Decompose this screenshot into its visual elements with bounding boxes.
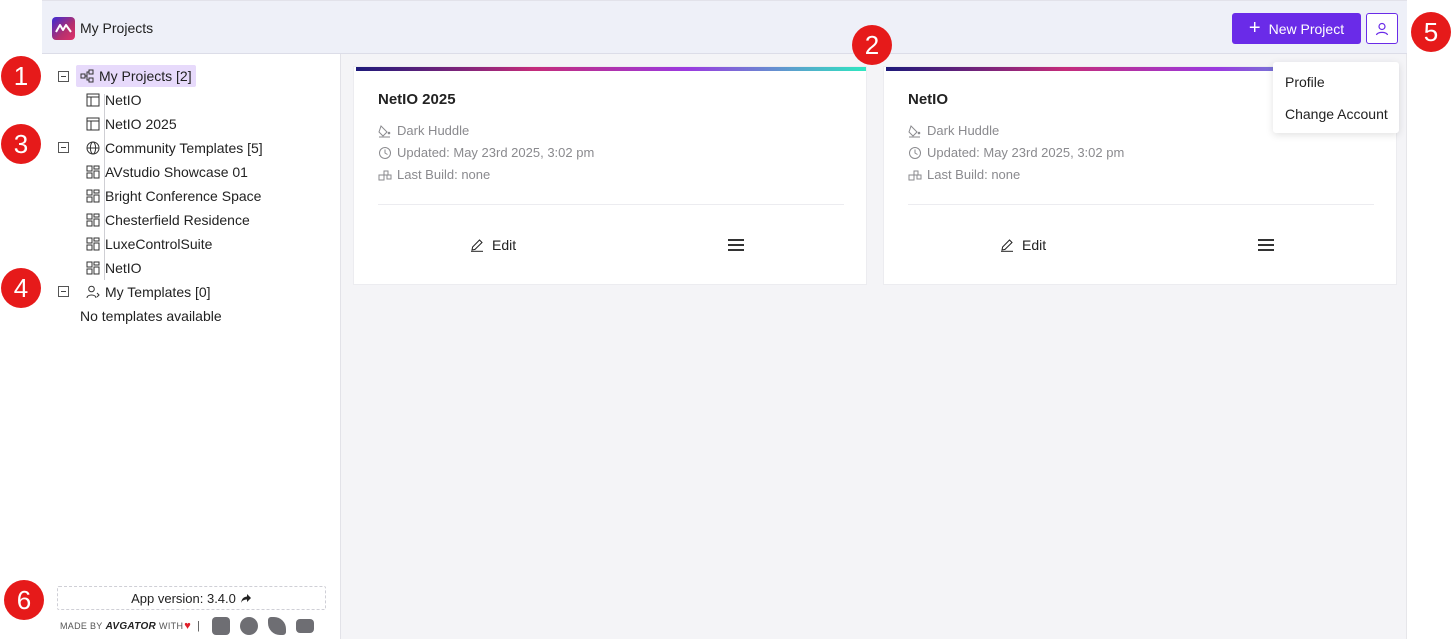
project-updated-label: Updated: May 23rd 2025, 3:02 pm [927,145,1125,160]
project-last-build: Last Build: none [908,167,1020,182]
edit-label: Edit [1022,237,1047,253]
project-theme-label: Dark Huddle [397,123,470,138]
tree-item-label: NetIO 2025 [105,116,177,132]
top-bar: My Projects + New Project [42,0,1407,54]
profile-menu-item[interactable]: Profile [1285,74,1325,90]
sidebar: My Projects [2] NetIO NetIO 2025 Communi… [42,54,341,639]
pencil-icon [1001,239,1013,252]
footer-separator: | [197,620,201,632]
edit-project-button[interactable]: Edit [1000,237,1046,253]
facebook-icon[interactable] [240,617,259,635]
app-version-link[interactable]: App version: 3.4.0 [57,586,326,610]
annotation-badge: 2 [852,25,892,65]
project-name: NetIO 2025 [378,91,456,108]
twitter-icon[interactable] [268,617,287,635]
tree-item-label: NetIO [105,260,142,276]
project-theme: Dark Huddle [908,123,999,138]
discord-icon[interactable] [212,617,231,635]
tree-item-template[interactable]: AVstudio Showcase 01 [86,161,248,183]
tree-item-label: Community Templates [5] [105,140,263,156]
project-file-icon [86,117,100,131]
project-last-build: Last Build: none [378,167,490,182]
tree-item-label: NetIO [105,92,142,108]
card-divider [908,204,1374,205]
template-icon [86,165,100,179]
new-project-label: New Project [1268,20,1345,37]
project-card: NetIO 2025 Dark Huddle Updated: May 23rd… [353,66,867,285]
app-version-label: App version: 3.4.0 [131,590,236,606]
account-button[interactable] [1366,13,1398,44]
paint-bucket-icon [908,124,921,137]
project-menu-icon[interactable] [728,238,744,252]
collapse-toggle-community-templates[interactable] [58,142,69,153]
annotation-badge: 3 [1,124,41,164]
pencil-icon [471,239,483,252]
youtube-icon[interactable] [296,619,315,633]
made-by-text: MADE BY [60,621,103,631]
footer: MADE BY AVGATOR WITH ♥ | [60,616,315,636]
heart-icon: ♥ [184,620,192,632]
project-theme: Dark Huddle [378,123,469,138]
tree-item-template[interactable]: Bright Conference Space [86,185,261,207]
edit-label: Edit [492,237,517,253]
plus-icon: + [1248,16,1261,39]
annotation-badge: 6 [4,580,44,620]
card-accent-bar [356,67,866,71]
build-icon [378,170,392,180]
tree-item-label: Bright Conference Space [105,188,262,204]
globe-icon [86,141,100,155]
template-icon [86,261,100,275]
project-file-icon [86,93,100,107]
new-project-button[interactable]: + New Project [1232,13,1361,44]
project-updated-label: Updated: May 23rd 2025, 3:02 pm [397,145,595,160]
app-window: My Projects + New Project Profile Change… [42,0,1407,639]
edit-project-button[interactable]: Edit [470,237,516,253]
card-divider [378,204,844,205]
tree-item-template[interactable]: LuxeControlSuite [86,233,212,255]
user-icon [1375,22,1389,35]
project-updated: Updated: May 23rd 2025, 3:02 pm [378,145,594,160]
share-arrow-icon [240,593,251,603]
clock-icon [379,146,391,159]
projects-icon [80,69,94,83]
collapse-toggle-my-projects[interactable] [58,71,69,82]
project-menu-icon[interactable] [1258,238,1274,252]
tree-item-template[interactable]: Chesterfield Residence [86,209,250,231]
app-title: My Projects [80,20,154,36]
annotation-badge: 1 [1,56,41,96]
tree-item-project[interactable]: NetIO 2025 [86,113,177,135]
paint-bucket-icon [378,124,391,137]
empty-templates-text: No templates available [80,308,222,324]
template-icon [86,237,100,251]
collapse-toggle-my-templates[interactable] [58,286,69,297]
annotation-badge: 5 [1411,12,1451,52]
project-theme-label: Dark Huddle [927,123,1000,138]
tree-item-my-templates[interactable]: My Templates [0] [86,281,211,303]
build-icon [908,170,922,180]
tree-item-label: LuxeControlSuite [105,236,213,252]
tree-item-label: AVstudio Showcase 01 [105,164,248,180]
project-last-build-label: Last Build: none [397,167,491,182]
project-last-build-label: Last Build: none [927,167,1021,182]
tree-item-my-projects[interactable]: My Projects [2] [76,65,196,87]
project-updated: Updated: May 23rd 2025, 3:02 pm [908,145,1124,160]
project-name: NetIO [908,91,949,108]
template-icon [86,213,100,227]
change-account-menu-item[interactable]: Change Account [1285,106,1388,122]
tree-item-label: Chesterfield Residence [105,212,250,228]
user-templates-icon [86,285,100,299]
tree-item-label: My Projects [2] [99,68,192,84]
template-icon [86,189,100,203]
account-dropdown: Profile Change Account [1273,62,1399,133]
annotation-badge: 4 [1,268,41,308]
tree-item-community-templates[interactable]: Community Templates [5] [86,137,263,159]
app-logo-icon [52,17,75,40]
with-text: WITH [159,621,184,631]
clock-icon [909,146,921,159]
tree-item-label: My Templates [0] [105,284,211,300]
tree-item-template[interactable]: NetIO [86,257,142,279]
avgator-logo: AVGATOR [105,620,157,632]
tree-item-project[interactable]: NetIO [86,89,142,111]
